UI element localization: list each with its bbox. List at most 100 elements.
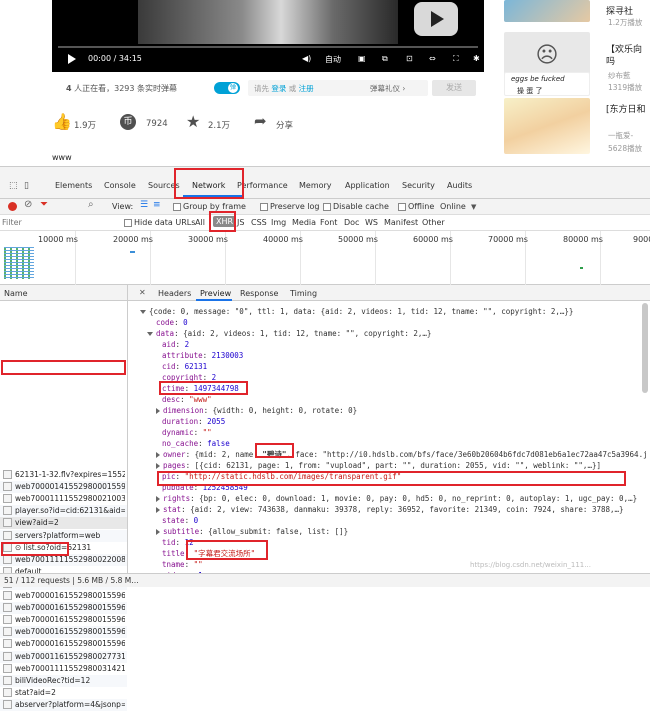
preview-scrollbar[interactable] [642, 303, 648, 393]
type-manifest[interactable]: Manifest [384, 218, 418, 227]
waterfall-bars [4, 247, 34, 279]
filter-icon[interactable]: ⏷ [40, 199, 48, 210]
type-media[interactable]: Media [292, 218, 316, 227]
login-link[interactable]: 登录 [271, 84, 286, 93]
tab-memory[interactable]: Memory [299, 181, 332, 190]
file-icon [3, 675, 12, 685]
hide-data-urls[interactable]: Hide data URLs [124, 218, 195, 227]
tab-performance[interactable]: Performance [237, 181, 288, 190]
type-all[interactable]: All [195, 218, 205, 227]
waterfall-icon[interactable]: ≡ [153, 200, 161, 210]
request-row[interactable]: web700001615529800155961 [0, 638, 127, 650]
request-row[interactable]: abserver?platform=4&jsonp= [0, 698, 127, 711]
request-row[interactable]: 62131-1-32.flv?expires=15529 [0, 469, 127, 481]
mirror-icon[interactable]: ⧉ [382, 54, 388, 64]
watermark: https://blog.csdn.net/weixin_111... [470, 561, 591, 569]
request-row[interactable]: web700011615529800277311 [0, 650, 127, 663]
disable-cache[interactable]: Disable cache [323, 202, 389, 211]
danmaku-toggle[interactable]: 弹 [214, 82, 240, 94]
tab-network[interactable]: Network [192, 181, 225, 190]
tab-elements[interactable]: Elements [55, 181, 92, 190]
like-count[interactable]: 1.9万 [74, 119, 96, 131]
inspect-icon[interactable]: ⬚ [9, 181, 18, 191]
filter-input[interactable] [2, 216, 120, 229]
volume-icon[interactable]: ◀) [302, 54, 311, 63]
tab-audits[interactable]: Audits [447, 181, 472, 190]
register-link[interactable]: 注册 [299, 84, 314, 93]
play-icon[interactable] [68, 54, 76, 64]
danmaku-input[interactable]: 请先 登录 或 注册 弹幕礼仪 › [248, 80, 428, 96]
request-row[interactable]: stat?aid=2 [0, 687, 127, 699]
danmaku-etiquette-link[interactable]: 弹幕礼仪 › [370, 83, 405, 94]
tab-timing[interactable]: Timing [290, 289, 317, 298]
share-icon[interactable]: ➦ [254, 112, 267, 130]
tab-console[interactable]: Console [104, 181, 136, 190]
favorite-count[interactable]: 2.1万 [208, 119, 230, 131]
device-toggle-icon[interactable]: ▯ [24, 181, 29, 191]
request-name: 62131-1-32.flv?expires=15529 [15, 470, 125, 479]
favorite-icon[interactable]: ★ [186, 112, 200, 131]
throttle-select[interactable]: Online [440, 202, 466, 211]
thumbnail [504, 98, 590, 154]
tab-security[interactable]: Security [402, 181, 435, 190]
request-row[interactable]: web700001615529800155961 [0, 590, 127, 602]
request-row[interactable]: web700001615529800155961 [0, 626, 127, 639]
group-by-frame[interactable]: Group by frame [173, 202, 246, 211]
clear-icon[interactable]: ⊘ [24, 199, 32, 210]
fullscreen-icon[interactable]: ⛶ [453, 54, 459, 64]
coin-count[interactable]: 7924 [146, 119, 168, 129]
widescreen-icon[interactable]: ⇔ [429, 54, 436, 63]
request-row[interactable]: web700001615529800155961 [0, 614, 127, 626]
request-row[interactable]: biliVideoRec?tid=12 [0, 674, 127, 687]
type-doc[interactable]: Doc [344, 218, 359, 227]
throttle-dropdown-icon[interactable]: ▼ [471, 203, 476, 211]
tab-response[interactable]: Response [240, 289, 278, 298]
request-row[interactable]: view?aid=2 [0, 517, 127, 530]
type-font[interactable]: Font [320, 218, 337, 227]
video-description: www [52, 153, 72, 162]
settings-icon[interactable]: ✱ [473, 54, 480, 63]
video-player[interactable]: 00:00 / 34:15 自动 ◀) ▣ ⧉ ⊡ ⇔ ⛶ ✱ [52, 0, 484, 72]
quality-auto[interactable]: 自动 [325, 54, 341, 65]
like-icon[interactable]: 👍 [52, 112, 72, 131]
search-icon[interactable]: ⌕ [88, 199, 94, 210]
request-row[interactable]: ⊙ list.so?oid=62131 [0, 542, 127, 554]
type-ws[interactable]: WS [365, 218, 378, 227]
progress-bar[interactable] [58, 46, 478, 48]
request-name: web700011115529800210031 [15, 494, 125, 504]
send-button[interactable]: 发送 [432, 80, 476, 96]
danmaku-settings-icon[interactable]: ▣ [358, 54, 366, 63]
type-css[interactable]: CSS [251, 218, 267, 227]
request-row[interactable]: servers?platform=web [0, 529, 127, 542]
tab-preview[interactable]: Preview [200, 289, 231, 298]
timeline-tick: 30000 ms [188, 235, 228, 244]
request-row[interactable]: web700001615529800155961 [0, 602, 127, 615]
timeline-overview[interactable]: 10000 ms 20000 ms 30000 ms 40000 ms 5000… [0, 231, 650, 285]
side-recommend-4[interactable]: [东方日和 一瓶爱- 5628播放 [504, 98, 650, 158]
request-row[interactable]: web700011115529800210031 [0, 493, 127, 505]
record-icon[interactable] [8, 202, 17, 211]
large-rows-icon[interactable]: ☰ [140, 200, 148, 210]
file-icon [3, 494, 12, 504]
offline[interactable]: Offline [398, 202, 434, 211]
type-js[interactable]: JS [237, 218, 244, 227]
request-row[interactable]: player.so?id=cid:62131&aid=2 [0, 505, 127, 518]
type-xhr[interactable]: XHR [213, 216, 237, 227]
big-play-icon[interactable] [414, 2, 458, 36]
webpage-area: 00:00 / 34:15 自动 ◀) ▣ ⧉ ⊡ ⇔ ⛶ ✱ 4 人正在看，3… [0, 0, 650, 166]
viewer-count: 4 人正在看，3293 条实时弹幕 [66, 84, 178, 93]
type-img[interactable]: Img [271, 218, 286, 227]
preserve-log[interactable]: Preserve log [260, 202, 320, 211]
pip-icon[interactable]: ⊡ [406, 54, 413, 63]
type-other[interactable]: Other [422, 218, 445, 227]
tab-sources[interactable]: Sources [148, 181, 180, 190]
coin-icon[interactable]: 币 [120, 114, 136, 130]
tab-application[interactable]: Application [345, 181, 390, 190]
share-label[interactable]: 分享 [276, 119, 293, 131]
request-row[interactable]: web700011115529800314211 [0, 663, 127, 675]
name-column-header[interactable]: Name [0, 285, 127, 301]
request-row[interactable]: web700001415529800015596 [0, 481, 127, 494]
close-detail-icon[interactable]: ✕ [139, 288, 146, 297]
request-row[interactable]: web700111115529800220081 [0, 553, 127, 566]
tab-headers[interactable]: Headers [158, 289, 191, 298]
